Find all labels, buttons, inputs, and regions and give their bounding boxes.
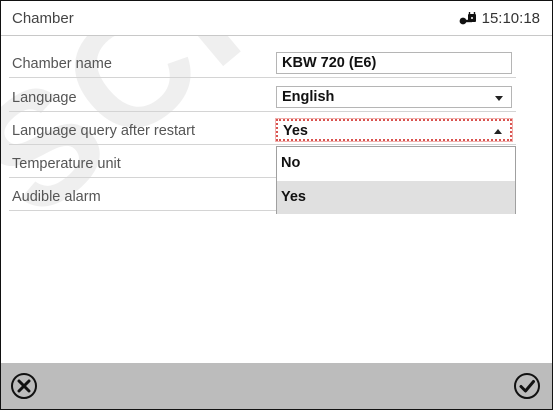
setting-row-chamber-name: Chamber name KBW 720 (E6) (9, 51, 516, 78)
field-value: Yes (283, 123, 308, 139)
chevron-down-icon (495, 96, 503, 101)
setting-label: Temperature unit (12, 156, 121, 172)
chamber-name-field[interactable]: KBW 720 (E6) (276, 52, 512, 74)
setting-label: Language query after restart (12, 123, 195, 139)
app-window: SCH Chamber 15:10:18 Chamber name KBW 72… (0, 0, 553, 410)
clock-time: 15:10:18 (481, 10, 540, 27)
field-value: KBW 720 (E6) (282, 55, 377, 71)
clock: 15:10:18 (458, 10, 540, 27)
footer-bar (1, 363, 552, 409)
setting-row-language: Language English (9, 85, 516, 112)
setting-label: Audible alarm (12, 189, 101, 205)
dropdown-option-yes[interactable]: Yes (277, 181, 515, 214)
dropdown-list: No Yes (276, 146, 516, 214)
check-circle-icon[interactable] (512, 371, 542, 401)
setting-label: Chamber name (12, 56, 112, 72)
field-value: English (282, 89, 335, 105)
lock-key-icon (459, 11, 476, 24)
option-label: No (281, 155, 301, 171)
chevron-up-icon (494, 129, 502, 134)
page-title: Chamber (12, 10, 74, 27)
option-label: Yes (281, 189, 306, 205)
language-query-select[interactable]: Yes (276, 119, 512, 141)
setting-row-language-query: Language query after restart Yes (9, 118, 516, 145)
language-select[interactable]: English (276, 86, 512, 108)
setting-label: Language (12, 90, 77, 106)
close-circle-icon[interactable] (9, 371, 39, 401)
header-bar: Chamber 15:10:18 (1, 1, 552, 36)
dropdown-option-no[interactable]: No (277, 147, 515, 180)
